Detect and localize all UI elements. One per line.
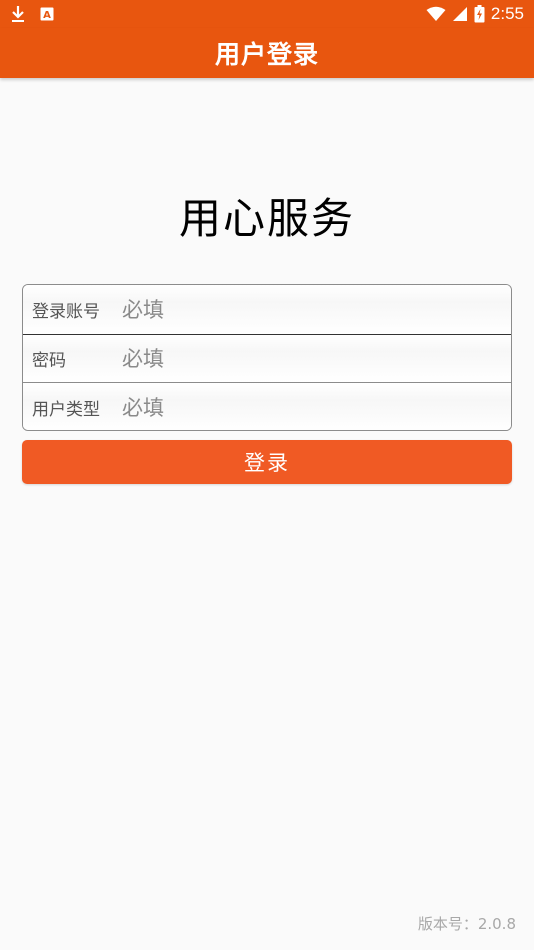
password-row: 密码 [23,334,511,383]
status-left: A [10,5,54,23]
login-button[interactable]: 登录 [22,440,512,484]
battery-charging-icon [474,5,485,23]
user-type-label: 用户类型 [32,400,100,420]
signal-icon [452,6,468,22]
account-label: 登录账号 [32,302,100,322]
page-title: 用户登录 [214,40,319,69]
version-label: 版本号：2.0.8 [417,915,516,933]
password-input[interactable] [122,335,511,382]
user-type-row: 用户类型 [23,383,511,430]
slogan-heading: 用心服务 [178,194,355,243]
account-row: 登录账号 [23,285,511,334]
wifi-icon [426,6,446,22]
user-type-input[interactable] [122,383,511,430]
status-right: 2:55 [426,4,524,24]
login-form: 登录账号 密码 用户类型 [22,284,512,431]
font-a-icon: A [40,7,54,21]
status-bar: A 2:55 [0,0,534,28]
download-icon [10,5,26,23]
password-label: 密码 [32,351,66,371]
app-bar: 用户登录 [0,28,534,78]
status-time: 2:55 [490,4,524,23]
account-input[interactable] [122,285,511,334]
font-a-glyph: A [43,10,51,21]
